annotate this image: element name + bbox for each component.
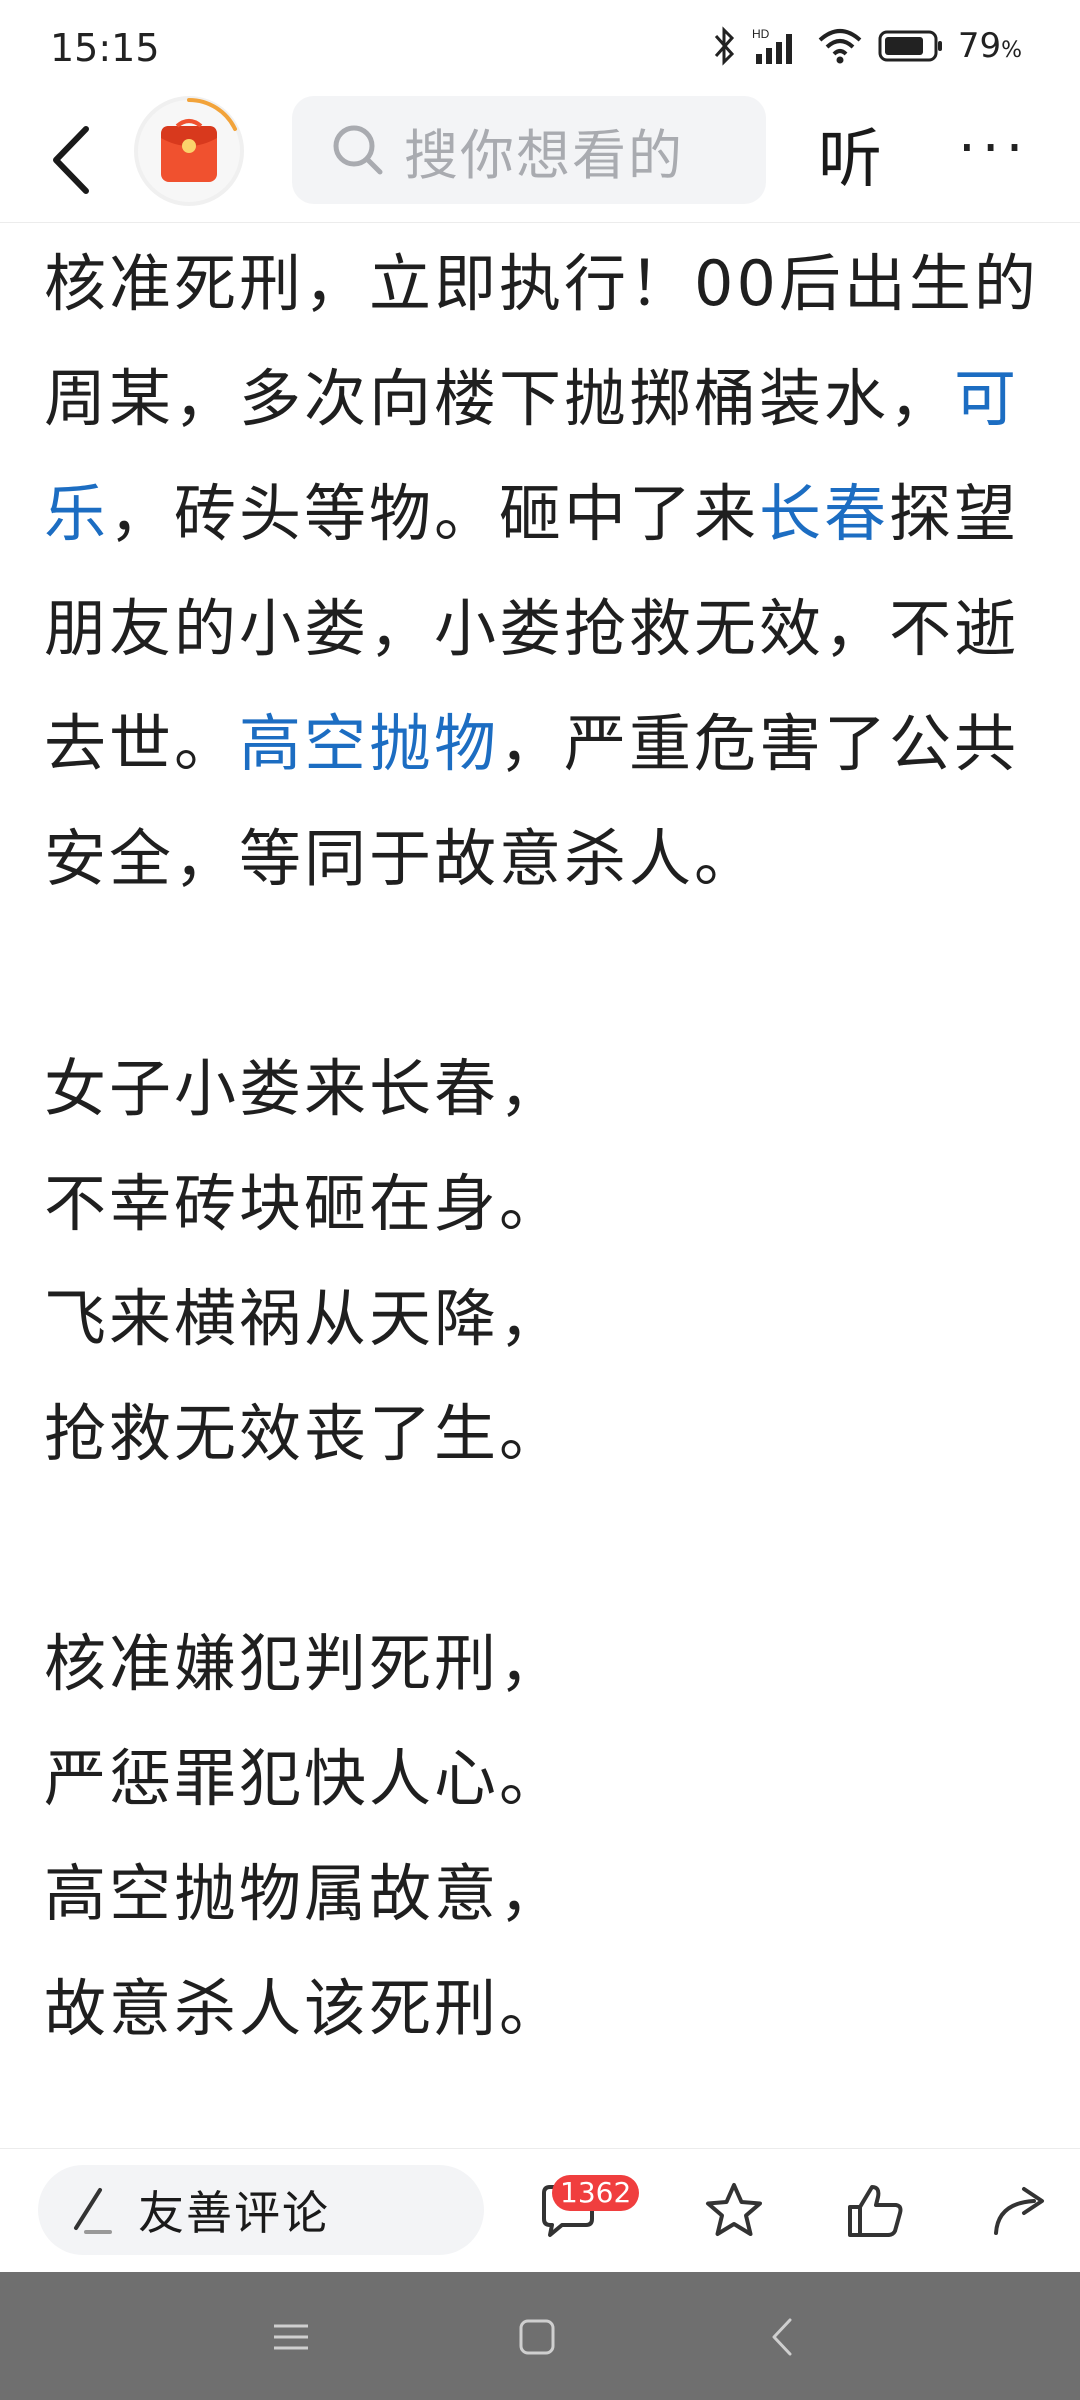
- poem-line: 不幸砖块砸在身。: [44, 1167, 565, 1240]
- status-icons: HD 79%: [712, 26, 1022, 66]
- home-icon[interactable]: [512, 2312, 562, 2362]
- search-bar[interactable]: 搜你想看的: [292, 96, 766, 204]
- article-paragraph: 核准死刑，立即执行！00后出生的周某，多次向楼下抛掷桶装水，可乐，砖头等物。砸中…: [44, 226, 1044, 916]
- battery-level: 79: [957, 26, 1002, 66]
- thumbs-up-icon[interactable]: [844, 2179, 908, 2243]
- search-placeholder: 搜你想看的: [404, 123, 684, 187]
- poem-line: 飞来横祸从天降，: [44, 1282, 565, 1355]
- article-header: 搜你想看的 听 ···: [0, 96, 1080, 223]
- battery-unit: %: [1001, 38, 1022, 63]
- keyword-link-high-altitude-throwing[interactable]: 高空抛物: [239, 707, 499, 780]
- comment-placeholder: 友善评论: [138, 2186, 330, 2240]
- avatar[interactable]: [134, 96, 244, 206]
- article-body: 核准死刑，立即执行！00后出生的周某，多次向楼下抛掷桶装水，可乐，砖头等物。砸中…: [44, 226, 1044, 2066]
- share-arrow-icon[interactable]: [988, 2179, 1052, 2243]
- comment-count-badge: 1362: [552, 2175, 640, 2211]
- avatar-progress-ring: [187, 98, 237, 131]
- cellular-signal-icon: HD: [752, 27, 792, 64]
- bottom-action-bar: 友善评论 1362: [0, 2148, 1080, 2273]
- keyword-link-changchun[interactable]: 长春: [759, 477, 889, 550]
- wifi-icon: [818, 29, 862, 64]
- back-arrow-icon: [53, 126, 89, 194]
- search-icon: [333, 125, 383, 175]
- back-button[interactable]: [36, 110, 106, 210]
- back-nav-icon[interactable]: [758, 2312, 808, 2362]
- poem-line: 高空抛物属故意，: [44, 1857, 565, 1930]
- svg-text:HD: HD: [752, 27, 770, 41]
- poem-line: 故意杀人该死刑。: [44, 1972, 565, 2045]
- status-time: 15:15: [50, 26, 160, 70]
- battery-icon: [878, 30, 942, 62]
- poem-line: 抢救无效丧了生。: [44, 1397, 565, 1470]
- pen-icon: [74, 2188, 112, 2234]
- poem-line: 严惩罪犯快人心。: [44, 1742, 565, 1815]
- bluetooth-icon: [714, 26, 734, 66]
- status-bar: 15:15 HD 79%: [0, 0, 1080, 96]
- poem-line: 女子小娄来长春，: [44, 1052, 565, 1125]
- star-icon[interactable]: [702, 2179, 766, 2243]
- article-text: ，砖头等物。砸中了来: [109, 477, 760, 550]
- article-text: 核准死刑，立即执行！00后出生的周某，多次向楼下抛掷桶装水，: [44, 247, 1039, 435]
- poem-line: 核准嫌犯判死刑，: [44, 1627, 565, 1700]
- more-options-button[interactable]: ···: [958, 116, 1029, 181]
- system-navigation-bar: [0, 2272, 1080, 2400]
- menu-icon[interactable]: [266, 2312, 316, 2362]
- listen-button[interactable]: 听: [818, 108, 882, 200]
- comment-input[interactable]: 友善评论: [38, 2165, 484, 2255]
